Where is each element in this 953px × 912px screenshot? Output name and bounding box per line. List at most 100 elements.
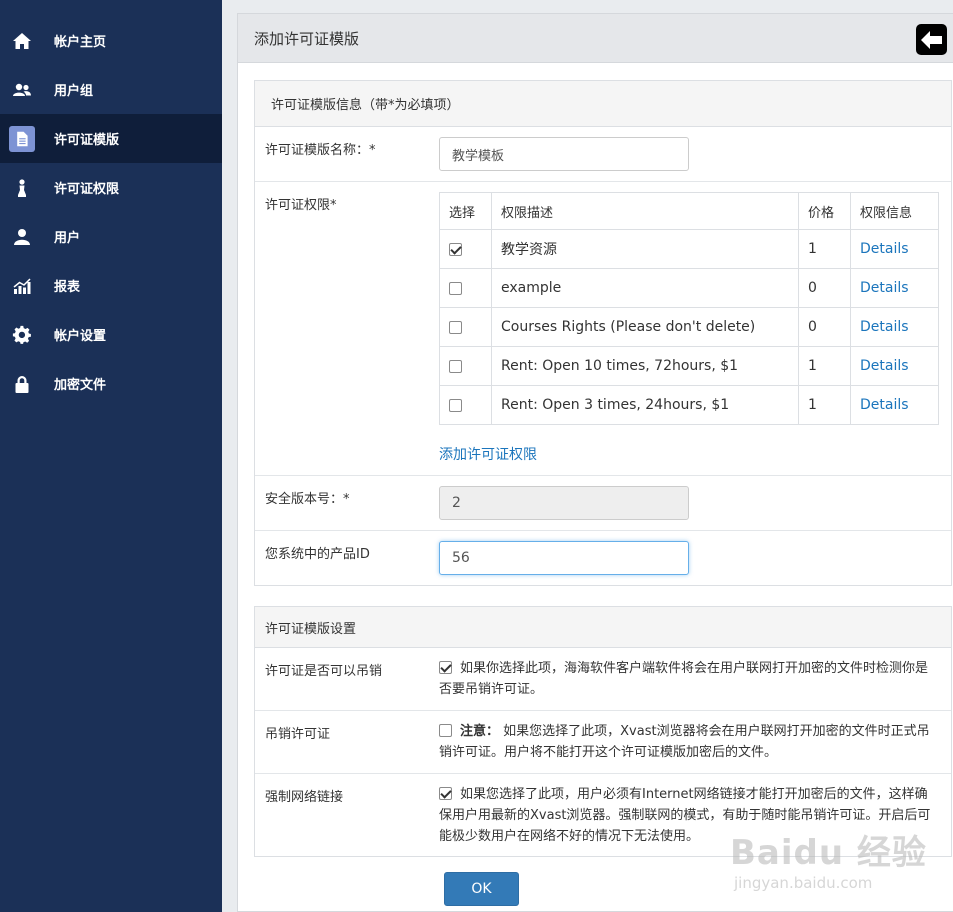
user-group-icon (0, 80, 54, 100)
permission-price: 1 (798, 346, 851, 386)
license-permission-row: 许可证权限* 选择 权限描述 价格 权限信息 教学资源 1 Details examp… (255, 182, 951, 476)
permission-checkbox[interactable] (449, 242, 462, 256)
permission-description: Rent: Open 3 times, 24hours, $1 (491, 385, 799, 425)
sidebar-item-report[interactable]: 报表 (0, 261, 222, 310)
sidebar-item-label: 加密文件 (54, 378, 107, 393)
permission-checkbox[interactable] (449, 359, 462, 373)
details-link[interactable]: Details (860, 358, 909, 374)
force-network-label: 强制网络链接 (265, 790, 344, 805)
permission-info-cell: Details (850, 307, 939, 347)
permission-description: Rent: Open 10 times, 72hours, $1 (491, 346, 799, 386)
sidebar-item-user-group[interactable]: 用户组 (0, 65, 222, 114)
security-version-label: 安全版本号：* (265, 492, 350, 507)
product-id-row: 您系统中的产品ID (255, 531, 951, 585)
permission-description: example (491, 268, 799, 308)
table-row: Rent: Open 10 times, 72hours, $1 1 Details (439, 346, 939, 386)
back-button[interactable] (916, 24, 947, 55)
template-name-input[interactable] (439, 137, 689, 171)
watermark-sub: jingyan.baidu.com (734, 874, 873, 892)
sidebar-item-label: 许可证模版 (54, 133, 120, 148)
permission-info-cell: Details (850, 229, 939, 269)
product-id-label: 您系统中的产品ID (265, 547, 370, 562)
section-title: 许可证模版设置 (255, 607, 951, 648)
revocable-checkbox[interactable] (439, 660, 452, 674)
permission-checkbox[interactable] (449, 398, 462, 412)
bar-chart-icon (0, 276, 54, 296)
details-link[interactable]: Details (860, 241, 909, 257)
revocable-label: 许可证是否可以吊销 (265, 664, 383, 679)
template-info-section: 许可证模版信息（带*为必填项） 许可证模版名称：* 许可证权限* 选择 权限描述… (254, 80, 952, 586)
page-title: 添加许可证模版 (254, 29, 360, 48)
table-row: Rent: Open 3 times, 24hours, $1 1 Details (439, 385, 939, 425)
main-panel: 添加许可证模版 许可证模版信息（带*为必填项） 许可证模版名称：* 许可证权限*… (237, 13, 953, 912)
product-id-input[interactable] (439, 541, 689, 575)
permission-description: 教学资源 (491, 229, 799, 269)
sidebar-item-label: 许可证权限 (54, 182, 120, 197)
document-icon (0, 125, 54, 152)
permission-price: 1 (798, 385, 851, 425)
select-cell (439, 268, 492, 308)
permission-checkbox[interactable] (449, 281, 462, 295)
revoke-checkbox[interactable] (439, 723, 452, 737)
revocable-text: 如果你选择此项，海海软件客户端软件将会在用户联网打开加密的文件时检测你是否要吊销… (439, 661, 929, 697)
revoke-text: 如果您选择了此项，Xvast浏览器将会在用户联网打开加密的文件时正式吊销许可证。… (439, 724, 930, 760)
gear-icon (0, 325, 54, 345)
sidebar-item-label: 报表 (54, 280, 81, 295)
note-label: 注意： (460, 724, 500, 739)
revocable-description: 如果你选择此项，海海软件客户端软件将会在用户联网打开加密的文件时检测你是否要吊销… (439, 658, 939, 700)
permission-table: 选择 权限描述 价格 权限信息 教学资源 1 Details example 0 Deta… (439, 192, 939, 425)
select-cell (439, 307, 492, 347)
add-license-permission-link[interactable]: 添加许可证权限 (439, 444, 537, 464)
column-header-select: 选择 (439, 192, 492, 230)
watermark-logo: Baidu 经验 jingyan.baidu.com (730, 825, 930, 895)
page-header: 添加许可证模版 (238, 14, 953, 63)
force-network-checkbox[interactable] (439, 786, 452, 800)
details-link[interactable]: Details (860, 319, 909, 335)
ok-button[interactable]: OK (444, 872, 519, 906)
template-name-label: 许可证模版名称：* (265, 143, 376, 158)
revoke-label: 吊销许可证 (265, 727, 331, 742)
permission-description: Courses Rights (Please don't delete) (491, 307, 799, 347)
table-row: 教学资源 1 Details (439, 229, 939, 269)
details-link[interactable]: Details (860, 280, 909, 296)
permission-price: 0 (798, 307, 851, 347)
watermark-main: Baidu 经验 (730, 833, 927, 873)
permission-price: 0 (798, 268, 851, 308)
sidebar-item-account-home[interactable]: 帐户主页 (0, 16, 222, 65)
column-header-info: 权限信息 (850, 192, 939, 230)
sidebar-item-account-settings[interactable]: 帐户设置 (0, 310, 222, 359)
revoke-row: 吊销许可证 注意： 如果您选择了此项，Xvast浏览器将会在用户联网打开加密的文… (255, 711, 951, 774)
revoke-description: 注意： 如果您选择了此项，Xvast浏览器将会在用户联网打开加密的文件时正式吊销… (439, 721, 939, 763)
template-name-row: 许可证模版名称：* (255, 127, 951, 182)
column-header-price: 价格 (798, 192, 851, 230)
details-link[interactable]: Details (860, 397, 909, 413)
template-settings-section: 许可证模版设置 许可证是否可以吊销 如果你选择此项，海海软件客户端软件将会在用户… (254, 606, 952, 857)
user-icon (0, 227, 54, 247)
sidebar: 帐户主页 用户组 许可证模版 许可证权限 用户 报表 帐户设置 加密文件 (0, 0, 222, 912)
permission-checkbox[interactable] (449, 320, 462, 334)
sidebar-item-encrypted-files[interactable]: 加密文件 (0, 359, 222, 408)
table-row: example 0 Details (439, 268, 939, 308)
sidebar-item-license-permission[interactable]: 许可证权限 (0, 163, 222, 212)
table-row: Courses Rights (Please don't delete) 0 Det… (439, 307, 939, 347)
sidebar-item-label: 用户 (54, 231, 81, 246)
sidebar-item-label: 用户组 (54, 84, 94, 99)
revocable-row: 许可证是否可以吊销 如果你选择此项，海海软件客户端软件将会在用户联网打开加密的文… (255, 648, 951, 711)
chess-pawn-icon (0, 178, 54, 198)
security-version-input (439, 486, 689, 520)
sidebar-item-license-template[interactable]: 许可证模版 (0, 114, 222, 163)
license-permission-label: 许可证权限* (265, 198, 337, 213)
column-header-description: 权限描述 (491, 192, 799, 230)
security-version-row: 安全版本号：* (255, 476, 951, 531)
sidebar-item-label: 帐户主页 (54, 35, 107, 50)
permission-price: 1 (798, 229, 851, 269)
permission-info-cell: Details (850, 268, 939, 308)
section-title: 许可证模版信息（带*为必填项） (255, 81, 951, 127)
sidebar-item-label: 帐户设置 (54, 329, 107, 344)
home-icon (0, 31, 54, 51)
sidebar-item-user[interactable]: 用户 (0, 212, 222, 261)
permission-info-cell: Details (850, 385, 939, 425)
arrow-left-icon (920, 30, 942, 49)
select-cell (439, 346, 492, 386)
table-header-row: 选择 权限描述 价格 权限信息 (439, 192, 939, 230)
